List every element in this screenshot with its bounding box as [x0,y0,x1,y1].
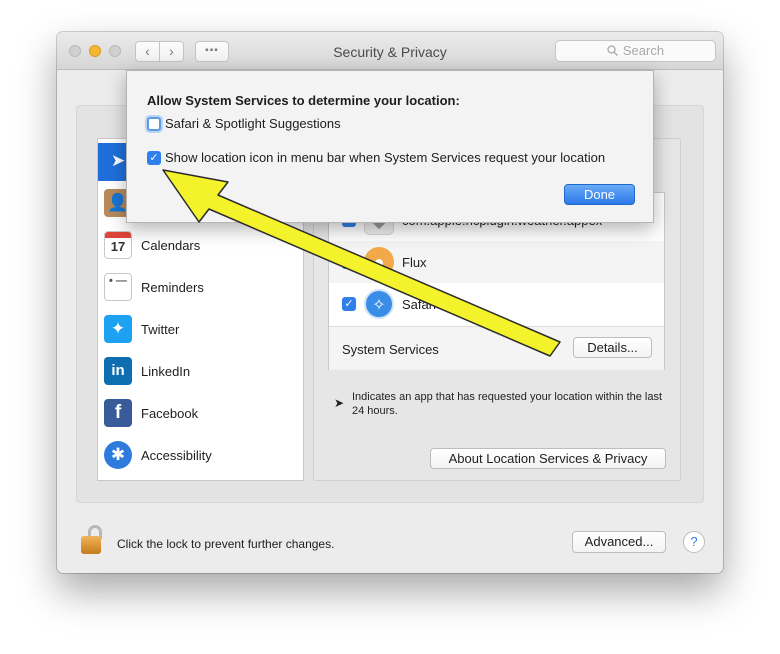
sidebar-item-label: Facebook [141,406,199,421]
search-input[interactable]: Search [555,40,716,62]
sidebar-item-twitter[interactable]: ✦ Twitter [98,311,303,349]
search-placeholder: Search [622,43,665,58]
advanced-button[interactable]: Advanced... [572,531,666,553]
search-icon [607,45,618,56]
done-button[interactable]: Done [564,184,635,205]
flux-app-icon: ● [364,247,394,277]
popover-heading: Allow System Services to determine your … [147,93,460,108]
sidebar-item-label: Accessibility [141,448,212,463]
system-services-popover: Allow System Services to determine your … [126,70,654,223]
sidebar-item-calendars[interactable]: 17 Calendars [98,227,303,265]
sidebar-item-facebook[interactable]: f Facebook [98,395,303,433]
app-row-safari: ✓ ✧ Safari [329,283,664,325]
twitter-icon: ✦ [104,315,132,343]
sidebar-item-accessibility[interactable]: ✱ Accessibility [98,437,303,475]
lock-status-text: Click the lock to prevent further change… [117,537,335,551]
sidebar-item-reminders[interactable]: • — Reminders [98,269,303,307]
sidebar-item-label: Twitter [141,322,180,337]
option-label: Show location icon in menu bar when Syst… [165,150,606,165]
sidebar-item-label: Calendars [141,238,201,253]
option-label: Safari & Spotlight Suggestions [165,116,341,131]
app-row-flux: ✓ ● Flux [329,241,664,283]
accessibility-icon: ✱ [104,441,132,469]
app-checkbox-flux[interactable]: ✓ [342,255,356,269]
safari-app-icon: ✧ [364,289,394,319]
sidebar-item-label: LinkedIn [141,364,191,379]
linkedin-icon: in [104,357,132,385]
sidebar-item-label: Reminders [141,280,204,295]
sidebar-item-linkedin[interactable]: in LinkedIn [98,353,303,391]
app-label-safari: Safari [402,297,436,312]
system-services-label: System Services [342,342,439,357]
lock-icon[interactable] [81,525,103,555]
app-checkbox-safari[interactable]: ✓ [342,297,356,311]
menu-bar-icon-checkbox[interactable]: ✓ [147,151,161,165]
safari-spotlight-checkbox[interactable] [147,117,161,131]
title-bar: ‹ › ▪▪▪ Security & Privacy Search [57,32,723,70]
help-button[interactable]: ? [683,531,705,553]
app-label-flux: Flux [402,255,427,270]
details-button[interactable]: Details... [573,337,652,358]
about-location-services-button[interactable]: About Location Services & Privacy [430,448,666,469]
system-services-row: System Services Details... [329,326,664,370]
location-note: Indicates an app that has requested your… [352,391,663,417]
facebook-icon: f [104,399,132,427]
reminders-icon: • — [104,273,132,301]
calendar-icon: 17 [104,231,132,259]
location-arrow-icon: ➤ [334,396,345,410]
